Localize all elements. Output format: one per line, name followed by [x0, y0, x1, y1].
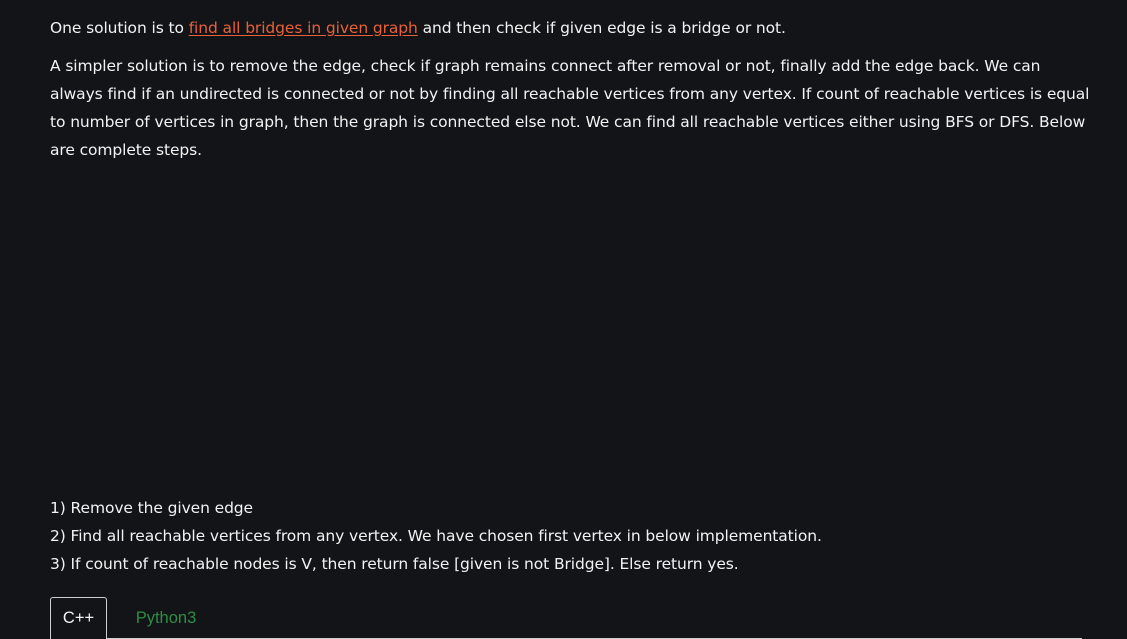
simpler-solution-paragraph: A simpler solution is to remove the edge… [50, 57, 1090, 159]
tab-python3[interactable]: Python3 [120, 597, 212, 639]
code-language-tabs: C++ Python3 [50, 597, 1082, 639]
step-item: 3) If count of reachable nodes is V, the… [50, 555, 739, 573]
intro-paragraph: One solution is to find all bridges in g… [50, 14, 1090, 42]
bridges-link[interactable]: find all bridges in given graph [189, 19, 418, 37]
intro-text-after: and then check if given edge is a bridge… [417, 19, 786, 37]
ad-placeholder [50, 174, 1090, 494]
intro-text-before: One solution is to [50, 19, 189, 37]
steps-list: 1) Remove the given edge 2) Find all rea… [50, 494, 1090, 578]
step-item: 2) Find all reachable vertices from any … [50, 527, 822, 545]
step-item: 1) Remove the given edge [50, 499, 253, 517]
article-content: One solution is to find all bridges in g… [50, 14, 1090, 578]
tab-cpp[interactable]: C++ [50, 597, 107, 639]
